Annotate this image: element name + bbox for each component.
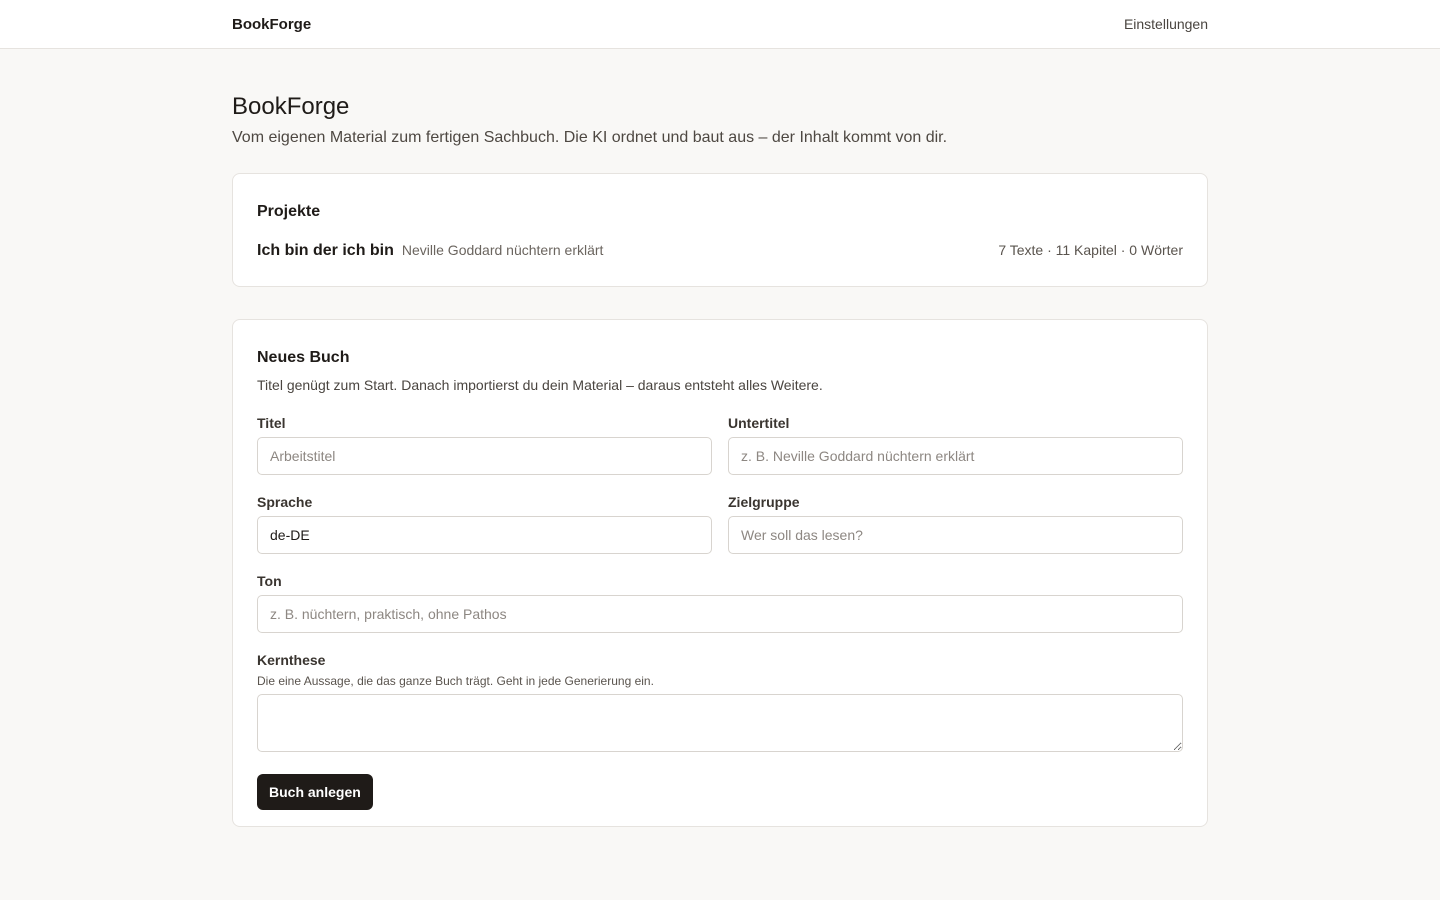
settings-link[interactable]: Einstellungen: [1124, 16, 1208, 32]
language-label: Sprache: [257, 494, 313, 510]
subtitle-input[interactable]: [728, 437, 1183, 475]
create-book-button[interactable]: Buch anlegen: [257, 774, 373, 810]
project-item[interactable]: Ich bin der ich bin Neville Goddard nüch…: [257, 242, 1183, 260]
audience-field-group: Zielgruppe: [728, 493, 1183, 554]
thesis-field-group: Kernthese Die eine Aussage, die das ganz…: [257, 651, 1183, 752]
page-title: BookForge: [232, 93, 350, 120]
brand-logo[interactable]: BookForge: [232, 16, 311, 33]
subtitle-field-group: Untertitel: [728, 414, 1183, 475]
subtitle-label: Untertitel: [728, 415, 790, 431]
project-stats: 7 Texte · 11 Kapitel · 0 Wörter: [998, 242, 1183, 258]
projects-card: Projekte Ich bin der ich bin Neville God…: [232, 173, 1208, 287]
top-bar: BookForge Einstellungen: [0, 0, 1440, 49]
form-row-language: Sprache Zielgruppe: [257, 493, 1183, 554]
title-input[interactable]: [257, 437, 712, 475]
audience-label: Zielgruppe: [728, 494, 800, 510]
thesis-hint: Die eine Aussage, die das ganze Buch trä…: [257, 674, 654, 688]
thesis-label: Kernthese: [257, 652, 326, 668]
project-info: Ich bin der ich bin Neville Goddard nüch…: [257, 242, 603, 260]
page-subtitle: Vom eigenen Material zum fertigen Sachbu…: [232, 129, 948, 146]
main-content: BookForge Vom eigenen Material zum ferti…: [232, 93, 1208, 827]
form-row-title: Titel Untertitel: [257, 414, 1183, 475]
title-label: Titel: [257, 415, 286, 431]
projects-heading: Projekte: [257, 203, 321, 220]
audience-input[interactable]: [728, 516, 1183, 554]
thesis-textarea[interactable]: [257, 694, 1183, 752]
tone-label: Ton: [257, 573, 282, 589]
new-book-card: Neues Buch Titel genügt zum Start. Danac…: [232, 319, 1208, 827]
tone-field-group: Ton: [257, 572, 1183, 633]
project-title[interactable]: Ich bin der ich bin: [257, 242, 394, 260]
new-book-heading: Neues Buch: [257, 349, 350, 366]
tone-input[interactable]: [257, 595, 1183, 633]
language-input[interactable]: [257, 516, 712, 554]
top-bar-inner: BookForge Einstellungen: [232, 0, 1208, 48]
new-book-description: Titel genügt zum Start. Danach importier…: [257, 377, 823, 393]
title-field-group: Titel: [257, 414, 712, 475]
language-field-group: Sprache: [257, 493, 712, 554]
project-subtitle: Neville Goddard nüchtern erklärt: [401, 242, 604, 258]
